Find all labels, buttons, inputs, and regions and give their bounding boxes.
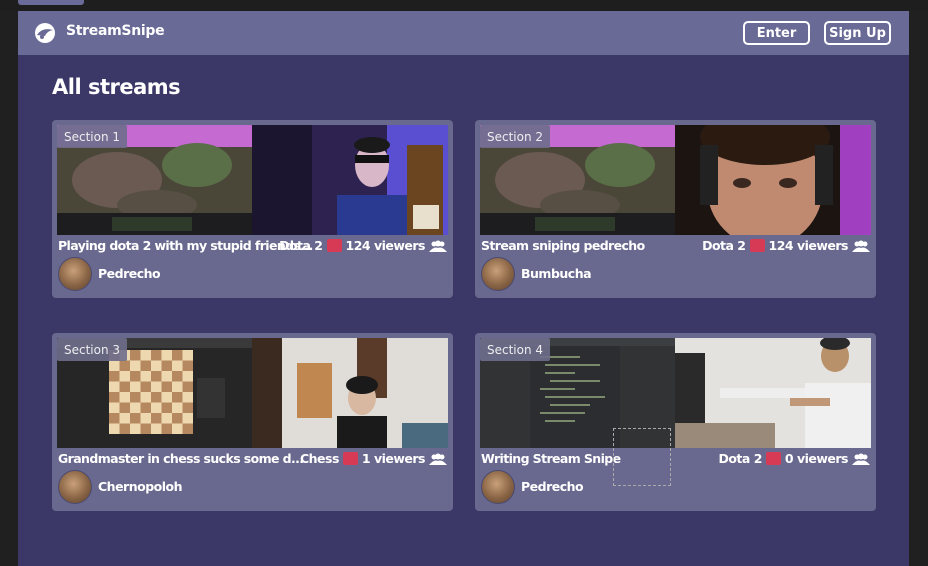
stream-meta: Dota 2 124 viewers (702, 238, 870, 253)
page-title: All streams (52, 75, 181, 99)
stream-card[interactable]: Section 4 Writing Stream Snipe Dota 2 0 … (475, 333, 876, 511)
section-badge: Section 2 (480, 125, 551, 148)
streamer-name[interactable]: Pedrecho (98, 266, 161, 281)
streamer-name[interactable]: Bumbucha (521, 266, 592, 281)
browser-top-strip (0, 0, 928, 11)
avatar[interactable] (58, 470, 92, 504)
viewer-count: 1 viewers (361, 451, 426, 466)
stream-card[interactable]: Section 3 Grandmaster in chess sucks som… (52, 333, 453, 511)
users-icon (852, 240, 870, 252)
game-name: Chess (299, 451, 339, 466)
sign-up-button[interactable]: Sign Up (824, 21, 891, 45)
app-window: StreamSnipe Enter Sign Up All streams Se… (18, 11, 909, 566)
streamer-name[interactable]: Pedrecho (521, 479, 584, 494)
avatar[interactable] (58, 257, 92, 291)
stream-title[interactable]: Writing Stream Snipe (481, 451, 621, 466)
game-icon (765, 452, 781, 465)
viewer-count: 124 viewers (345, 238, 426, 253)
game-name: Dota 2 (702, 238, 746, 253)
streamer-name[interactable]: Chernopoloh (98, 479, 183, 494)
stream-title[interactable]: Playing dota 2 with my stupid friends... (58, 238, 313, 253)
logo-icon[interactable] (34, 22, 56, 44)
browser-tab[interactable] (18, 0, 84, 5)
enter-button[interactable]: Enter (743, 21, 810, 45)
stream-title[interactable]: Grandmaster in chess sucks some d... (58, 451, 304, 466)
viewer-count: 124 viewers (768, 238, 849, 253)
game-icon (749, 239, 765, 252)
brand-name[interactable]: StreamSnipe (66, 23, 165, 39)
stream-title[interactable]: Stream sniping pedrecho (481, 238, 645, 253)
game-name: Dota 2 (279, 238, 323, 253)
game-name: Dota 2 (718, 451, 762, 466)
header: StreamSnipe Enter Sign Up (18, 11, 909, 55)
users-icon (852, 453, 870, 465)
stream-meta: Dota 2 124 viewers (279, 238, 447, 253)
stream-card[interactable]: Section 1 Playing dota 2 with my stupid … (52, 120, 453, 298)
section-badge: Section 3 (57, 338, 128, 361)
section-badge: Section 1 (57, 125, 128, 148)
stream-meta: Chess 1 viewers (300, 451, 447, 466)
game-icon (342, 452, 358, 465)
stream-meta: Dota 2 0 viewers (718, 451, 870, 466)
drag-selection-box[interactable] (613, 428, 671, 486)
users-icon (429, 240, 447, 252)
avatar[interactable] (481, 257, 515, 291)
users-icon (429, 453, 447, 465)
stream-card[interactable]: Section 2 Stream sniping pedrecho Dota 2… (475, 120, 876, 298)
section-badge: Section 4 (480, 338, 551, 361)
avatar[interactable] (481, 470, 515, 504)
viewer-count: 0 viewers (784, 451, 849, 466)
game-icon (326, 239, 342, 252)
